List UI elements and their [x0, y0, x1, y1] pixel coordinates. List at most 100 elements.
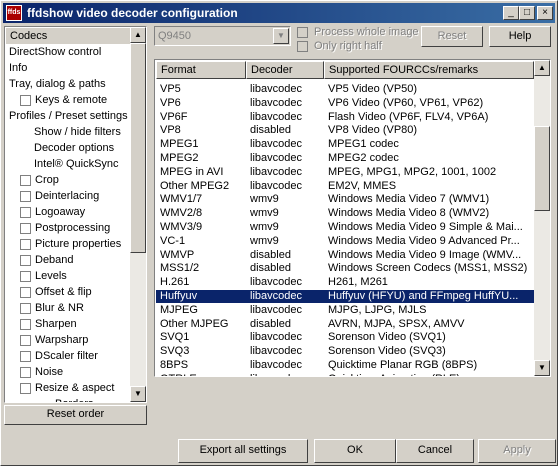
table-row[interactable]: WMV3/9 wmv9 Windows Media Video 9 Simple &…: [156, 221, 534, 234]
sidebar-item-label: DScaler filter: [35, 350, 98, 362]
export-settings-button[interactable]: Export all settings: [178, 439, 308, 463]
table-row[interactable]: QTRLE libavcodec Quicktime Animation (RLE): [156, 373, 534, 376]
ok-button[interactable]: OK: [314, 439, 396, 463]
format-cell: WMV2/8: [160, 207, 203, 220]
sidebar-item-label: Deband: [35, 254, 74, 266]
remarks-cell: Windows Media Video 9 Image (WMV...: [328, 248, 522, 261]
table-row[interactable]: WMV2/8 wmv9 Windows Media Video 8 (WMV2): [156, 207, 534, 220]
filter-checkbox[interactable]: [20, 351, 31, 362]
table-row[interactable]: VP6F libavcodec Flash Video (VP6F, FLV4, V…: [156, 111, 534, 124]
filter-checkbox[interactable]: [20, 335, 31, 346]
scroll-thumb[interactable]: [534, 126, 550, 211]
table-row[interactable]: MJPEG libavcodec MJPG, LJPG, MJLS: [156, 304, 534, 317]
table-row[interactable]: WMV1/7 wmv9 Windows Media Video 7 (WMV1): [156, 193, 534, 206]
window-title: ffdshow video decoder configuration: [27, 6, 238, 20]
cancel-button[interactable]: Cancel: [396, 439, 474, 463]
remarks-cell: Sorenson Video (SVQ3): [328, 345, 446, 358]
table-row[interactable]: VP5 libavcodec VP5 Video (VP50): [156, 83, 534, 96]
table-row[interactable]: VC-1 wmv9 Windows Media Video 9 Advanced P…: [156, 235, 534, 248]
filter-checkbox[interactable]: [20, 95, 31, 106]
reset-button[interactable]: Reset: [421, 26, 483, 47]
format-cell: H.261: [160, 276, 190, 289]
sidebar-item[interactable]: Codecs: [6, 28, 131, 44]
scroll-down-icon[interactable]: ▼: [130, 386, 146, 402]
decoder-cell: libavcodec: [250, 276, 302, 289]
table-row[interactable]: VP6 libavcodec VP6 Video (VP60, VP61, VP62…: [156, 97, 534, 110]
chevron-down-icon[interactable]: ▼: [273, 28, 289, 44]
process-whole-image-checkbox[interactable]: [297, 27, 308, 38]
remarks-cell: EM2V, MMES: [328, 179, 397, 192]
filter-checkbox[interactable]: [20, 367, 31, 378]
sidebar-item-label: DirectShow control: [9, 46, 102, 58]
decoder-cell: libavcodec: [250, 152, 302, 164]
table-row[interactable]: VP8 disabled VP8 Video (VP80): [156, 124, 534, 137]
column-header-format[interactable]: Format: [156, 61, 246, 79]
tree-scrollbar[interactable]: ▲ ▼: [130, 27, 146, 402]
filter-checkbox[interactable]: [20, 319, 31, 330]
format-cell: MPEG in AVI: [160, 165, 224, 178]
decoder-cell: libavcodec: [250, 373, 324, 376]
decoder-cell: disabled: [250, 262, 291, 275]
remarks-cell: Quicktime Planar RGB (8BPS): [328, 359, 478, 371]
filter-checkbox[interactable]: [20, 255, 31, 266]
column-header-fourccs[interactable]: Supported FOURCCs/remarks: [324, 61, 534, 79]
close-button[interactable]: ×: [537, 6, 553, 20]
table-row[interactable]: MSS1/2 disabled Windows Screen Codecs (MSS…: [156, 262, 534, 275]
sidebar-item-label: Intel® QuickSync: [34, 158, 119, 170]
format-cell: MPEG1: [160, 138, 199, 151]
remarks-cell: VP8 Video (VP80): [328, 124, 418, 137]
sidebar-item-label: Warpsharp: [35, 334, 89, 346]
preset-select[interactable]: Q9450 ▼: [154, 26, 291, 46]
column-header-decoder[interactable]: Decoder: [246, 61, 324, 79]
table-row[interactable]: 8BPS libavcodec Quicktime Planar RGB (8BPS…: [156, 359, 534, 372]
decoder-cell: libavcodec: [250, 179, 302, 192]
settings-tree[interactable]: Codecs DirectShow control Info Tray, dialog…: [4, 26, 147, 403]
scroll-thumb[interactable]: [130, 43, 146, 253]
format-cell: Other MPEG2: [160, 179, 230, 192]
sidebar-item-label: Borders: [55, 396, 94, 402]
filter-checkbox[interactable]: [20, 271, 31, 282]
title-bar[interactable]: ffds ffdshow video decoder configuration…: [3, 3, 555, 23]
process-whole-image-label: Process whole image: [314, 26, 419, 38]
scroll-up-icon[interactable]: ▲: [130, 27, 146, 43]
format-cell: QTRLE: [160, 373, 246, 376]
filter-checkbox[interactable]: [20, 383, 31, 394]
remarks-cell: MJPG, LJPG, MJLS: [328, 303, 427, 316]
filter-checkbox[interactable]: [20, 175, 31, 186]
format-cell: WMV1/7: [160, 193, 203, 206]
table-row[interactable]: MPEG1 libavcodec MPEG1 codec: [156, 138, 534, 151]
table-row[interactable]: MPEG2 libavcodec MPEG2 codec: [156, 152, 534, 165]
table-row[interactable]: SVQ1 libavcodec Sorenson Video (SVQ1): [156, 331, 534, 344]
decoder-cell: libavcodec: [250, 290, 302, 302]
filter-checkbox[interactable]: [20, 191, 31, 202]
scroll-up-icon[interactable]: ▲: [534, 60, 550, 76]
minimize-button[interactable]: _: [503, 6, 519, 20]
table-row[interactable]: Other MPEG2 libavcodec EM2V, MMES: [156, 180, 534, 193]
reset-order-button[interactable]: Reset order: [4, 405, 147, 425]
remarks-cell: VP6 Video (VP60, VP61, VP62): [328, 96, 484, 109]
table-row[interactable]: SVQ3 libavcodec Sorenson Video (SVQ3): [156, 345, 534, 358]
sidebar-item-label: Codecs: [10, 30, 48, 42]
filter-checkbox[interactable]: [20, 287, 31, 298]
app-icon: ffds: [6, 5, 22, 21]
decoder-cell: libavcodec: [250, 165, 302, 178]
format-cell: WMV3/9: [160, 221, 203, 233]
table-row[interactable]: Huffyuv libavcodec Huffyuv (HFYU) and FFmp…: [156, 290, 534, 303]
apply-button[interactable]: Apply: [478, 439, 556, 463]
maximize-button[interactable]: □: [519, 6, 535, 20]
list-scrollbar[interactable]: ▲ ▼: [534, 60, 550, 376]
filter-checkbox[interactable]: [20, 239, 31, 250]
filter-checkbox[interactable]: [20, 223, 31, 234]
codecs-list[interactable]: Format Decoder Supported FOURCCs/remarks…: [154, 59, 551, 377]
table-row[interactable]: Other MJPEG disabled AVRN, MJPA, SPSX, AMV…: [156, 318, 534, 331]
help-button[interactable]: Help: [489, 26, 551, 47]
filter-checkbox[interactable]: [20, 207, 31, 218]
only-right-half-checkbox[interactable]: [297, 41, 308, 52]
table-row[interactable]: MPEG in AVI libavcodec MPEG, MPG1, MPG2, 1…: [156, 166, 534, 179]
filter-checkbox[interactable]: [20, 303, 31, 314]
table-row[interactable]: H.261 libavcodec H261, M261: [156, 276, 534, 289]
only-right-half-label: Only right half: [314, 40, 382, 52]
remarks-cell: Windows Media Video 9 Simple & Mai...: [328, 221, 523, 233]
table-row[interactable]: WMVP disabled Windows Media Video 9 Image …: [156, 249, 534, 262]
scroll-down-icon[interactable]: ▼: [534, 360, 550, 376]
